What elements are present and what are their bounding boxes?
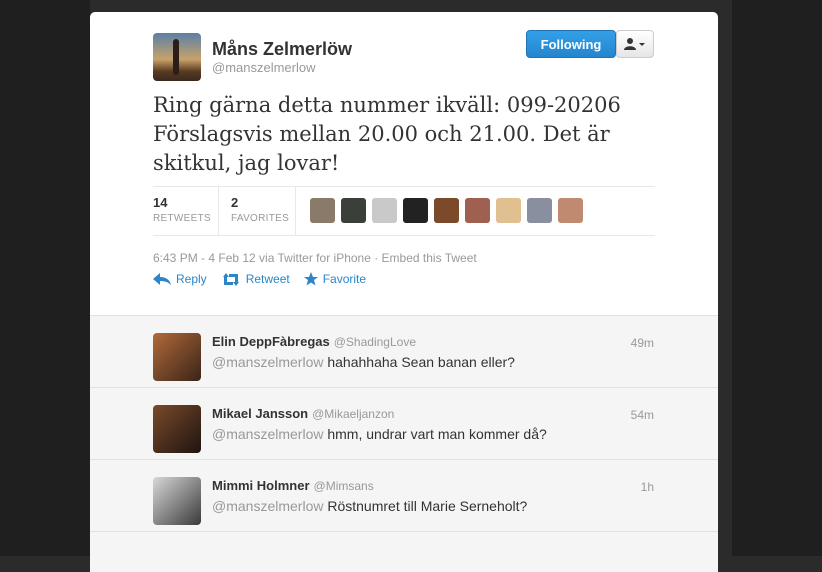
retweets-label: RETWEETS (153, 213, 211, 224)
reply-body: hahahhaha Sean banan eller? (323, 354, 515, 370)
retweeter-avatar[interactable] (527, 198, 552, 223)
reply-author-name: Mikael Jansson (212, 406, 309, 421)
reply-time[interactable]: 1h (641, 480, 654, 494)
reply-item[interactable]: Elin DeppFàbregas @ShadingLove 49m @mansz… (90, 316, 718, 388)
tweet-stats: 14 RETWEETS 2 FAVORITES (153, 186, 655, 236)
reply-author[interactable]: Mimmi Holmner @Mimsans (212, 478, 374, 493)
author-avatar[interactable] (153, 33, 201, 81)
reply-item[interactable]: Mikael Jansson @Mikaeljanzon 54m @manszel… (90, 388, 718, 460)
reply-body: Röstnumret till Marie Serneholt? (323, 498, 528, 514)
retweeter-avatar[interactable] (403, 198, 428, 223)
tweet-card: Måns Zelmerlöw @manszelmerlow Following … (90, 12, 718, 572)
favorites-label: FAVORITES (231, 213, 290, 224)
favorite-label: Favorite (322, 272, 367, 286)
retweeter-avatar[interactable] (434, 198, 459, 223)
retweet-action[interactable]: Retweet (221, 272, 290, 286)
background-right (732, 0, 822, 556)
retweeter-avatar[interactable] (465, 198, 490, 223)
reply-mention[interactable]: @manszelmerlow (212, 354, 323, 370)
reply-avatar[interactable] (153, 405, 201, 453)
tweet-meta[interactable]: 6:43 PM - 4 Feb 12 via Twitter for iPhon… (153, 251, 477, 265)
favorite-action[interactable]: Favorite (303, 272, 367, 286)
reply-author-name: Elin DeppFàbregas (212, 334, 330, 349)
retweeter-avatar[interactable] (310, 198, 335, 223)
reply-label: Reply (176, 272, 207, 286)
reply-icon (153, 273, 171, 285)
retweet-label: Retweet (245, 272, 290, 286)
retweets-stat[interactable]: 14 RETWEETS (153, 195, 211, 224)
author-handle[interactable]: @manszelmerlow (212, 60, 316, 75)
user-dropdown-icon (624, 38, 645, 50)
reply-author-handle: @Mimsans (313, 479, 374, 493)
retweeter-avatar[interactable] (558, 198, 583, 223)
retweeter-avatar[interactable] (341, 198, 366, 223)
retweeter-avatar[interactable] (372, 198, 397, 223)
divider (218, 187, 219, 235)
retweeter-avatar[interactable] (496, 198, 521, 223)
retweet-icon (222, 272, 239, 286)
divider (295, 187, 296, 235)
reply-avatar[interactable] (153, 477, 201, 525)
reply-time[interactable]: 49m (631, 336, 654, 350)
tweet-text: Ring gärna detta nummer ikväll: 099-2020… (153, 93, 621, 175)
favorites-stat[interactable]: 2 FAVORITES (231, 195, 289, 224)
reply-avatar[interactable] (153, 333, 201, 381)
reply-text: @manszelmerlow hmm, undrar vart man komm… (212, 426, 547, 442)
replies-list: Elin DeppFàbregas @ShadingLove 49m @mansz… (90, 315, 718, 572)
reply-body: hmm, undrar vart man kommer då? (323, 426, 547, 442)
retweets-count: 14 (153, 195, 168, 210)
following-button[interactable]: Following (526, 30, 616, 58)
reply-mention[interactable]: @manszelmerlow (212, 426, 323, 442)
retweeter-avatars (310, 198, 583, 223)
reply-item[interactable]: Mimmi Holmner @Mimsans 1h @manszelmerlow … (90, 460, 718, 532)
reply-author-handle: @Mikaeljanzon (312, 407, 395, 421)
tweet-actions: Reply Retweet Favorite (153, 272, 366, 286)
reply-author[interactable]: Mikael Jansson @Mikaeljanzon (212, 406, 394, 421)
reply-author[interactable]: Elin DeppFàbregas @ShadingLove (212, 334, 416, 349)
user-actions-button[interactable] (616, 30, 654, 58)
reply-author-handle: @ShadingLove (333, 335, 416, 349)
reply-mention[interactable]: @manszelmerlow (212, 498, 323, 514)
reply-text: @manszelmerlow Röstnumret till Marie Ser… (212, 498, 527, 514)
favorites-count: 2 (231, 195, 239, 210)
background-left (0, 0, 90, 556)
reply-action[interactable]: Reply (153, 272, 207, 286)
star-icon (303, 272, 318, 286)
author-name[interactable]: Måns Zelmerlöw (212, 39, 352, 60)
reply-text: @manszelmerlow hahahhaha Sean banan elle… (212, 354, 515, 370)
reply-time[interactable]: 54m (631, 408, 654, 422)
reply-author-name: Mimmi Holmner (212, 478, 310, 493)
